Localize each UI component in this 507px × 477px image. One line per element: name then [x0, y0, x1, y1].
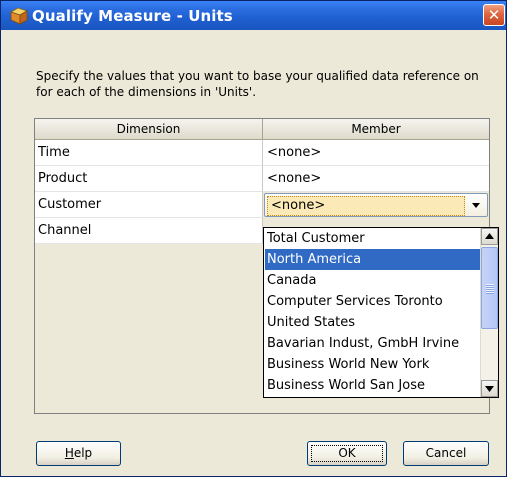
instructions-text: Specify the values that you want to base… [36, 69, 479, 99]
help-button[interactable]: Help [36, 441, 121, 466]
arrow-down-icon [485, 386, 494, 392]
ok-button[interactable]: OK [307, 441, 387, 466]
chevron-down-icon[interactable] [469, 198, 483, 212]
dropdown-item[interactable]: Business World San Jose [265, 375, 482, 396]
title-bar[interactable]: Qualify Measure - Units ✕ [1, 1, 506, 30]
member-dropdown-list[interactable]: Total Customer North America Canada Comp… [263, 227, 499, 398]
grip-icon [486, 284, 494, 294]
dropdown-item[interactable]: Canada [265, 270, 482, 291]
member-combo-customer[interactable]: <none> [264, 193, 488, 217]
help-label: elp [73, 446, 93, 460]
scroll-down-button[interactable] [481, 380, 498, 397]
dropdown-scrollbar[interactable] [480, 228, 498, 397]
dialog-title: Qualify Measure - Units [32, 7, 233, 25]
focus-ring [311, 445, 383, 462]
dimension-cell-channel[interactable]: Channel [35, 218, 263, 244]
arrow-up-icon [485, 233, 494, 239]
close-button[interactable]: ✕ [483, 4, 505, 26]
measure-cube-icon [10, 7, 28, 25]
column-header-dimension[interactable]: Dimension [35, 119, 263, 140]
member-cell-product[interactable]: <none> [263, 166, 489, 192]
help-mnemonic: H [64, 446, 74, 460]
cancel-label: Cancel [425, 446, 467, 460]
dimension-cell-product[interactable]: Product [35, 166, 263, 192]
dropdown-item[interactable]: Total Customer [265, 228, 482, 249]
dropdown-item[interactable]: Bavarian Indust, GmbH Irvine [265, 333, 482, 354]
dimension-cell-customer[interactable]: Customer [35, 192, 263, 218]
dropdown-item[interactable]: Business World New York [265, 354, 482, 375]
close-icon: ✕ [487, 6, 501, 24]
qualify-measure-dialog: Qualify Measure - Units ✕ Specify the va… [0, 0, 507, 477]
dropdown-item[interactable]: United States [265, 312, 482, 333]
dimension-cell-time[interactable]: Time [35, 140, 263, 166]
combo-selected-value: <none> [267, 196, 465, 216]
scroll-thumb[interactable] [481, 247, 498, 329]
column-header-member[interactable]: Member [263, 119, 489, 140]
cancel-button[interactable]: Cancel [403, 441, 489, 466]
member-cell-time[interactable]: <none> [263, 140, 489, 166]
scroll-up-button[interactable] [481, 228, 498, 245]
dropdown-item[interactable]: Computer Services Toronto [265, 291, 482, 312]
dropdown-item-selected[interactable]: North America [265, 249, 482, 270]
